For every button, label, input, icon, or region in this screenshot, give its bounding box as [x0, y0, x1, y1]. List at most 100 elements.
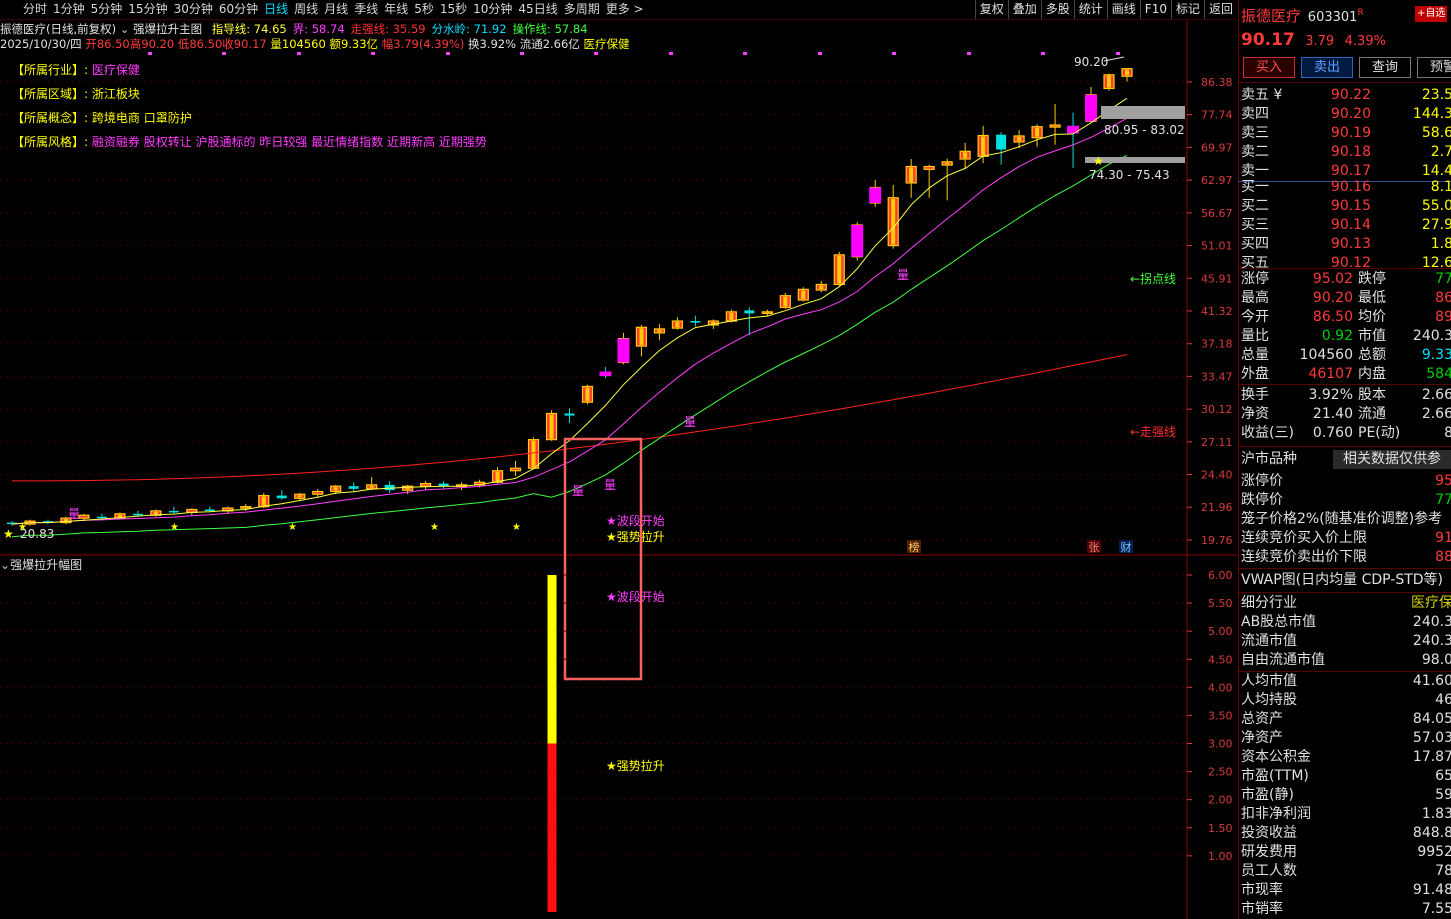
bid-row-label: 买二	[1241, 198, 1269, 214]
signal-dot	[818, 52, 822, 55]
candle[interactable]	[581, 384, 594, 405]
candle[interactable]	[509, 460, 522, 476]
stat-value: 77	[1435, 271, 1451, 287]
vwap-title[interactable]: VWAP图(日内均量 CDP-STD等)	[1241, 571, 1451, 590]
chevron-down-icon[interactable]: ⌄	[0, 558, 10, 572]
price-axis-label: 37.18	[1201, 338, 1233, 351]
fund-value: 41.60	[1412, 673, 1451, 689]
candle[interactable]	[1103, 73, 1115, 91]
candle[interactable]	[168, 506, 179, 514]
stat-value: 89	[1435, 309, 1451, 325]
candle[interactable]	[1049, 103, 1061, 145]
vwap-label: VWAP图(日内均量 CDP-STD等)	[1241, 572, 1444, 588]
candle[interactable]	[366, 477, 378, 491]
bid-row-price[interactable]: 90.13	[1319, 235, 1371, 254]
candle[interactable]	[1121, 68, 1133, 82]
fund-row: 市盈(静) 59	[1241, 786, 1451, 805]
fund-label: 市现率	[1241, 882, 1283, 898]
fund-row: 自由流通市值 98.0	[1241, 651, 1451, 670]
candle[interactable]	[564, 408, 575, 424]
divider	[1239, 592, 1451, 593]
cai-tag[interactable]: 财	[1121, 540, 1132, 554]
candle[interactable]	[923, 164, 935, 198]
candle[interactable]	[150, 509, 162, 517]
star-icon: ★	[512, 522, 521, 533]
candle[interactable]	[545, 410, 558, 441]
stat-value: 0.760	[1312, 425, 1353, 441]
candle[interactable]	[42, 519, 53, 525]
candle[interactable]	[384, 480, 395, 493]
divider	[1239, 82, 1451, 83]
candle[interactable]	[653, 324, 666, 341]
ask-row-price[interactable]: 90.22	[1319, 86, 1371, 105]
alert-button[interactable]: 预警	[1417, 57, 1451, 78]
sub-axis-label: 4.50	[1208, 653, 1233, 666]
sub-axis-label: 5.50	[1208, 597, 1233, 610]
sub-axis-label: 2.50	[1208, 766, 1233, 779]
stock-code: 603301	[1307, 10, 1358, 25]
price-row: 90.17 3.79 4.39%	[1241, 31, 1451, 53]
candle[interactable]	[312, 488, 324, 497]
limit-value: 77	[1435, 492, 1451, 508]
tab-market[interactable]: 沪市品种	[1241, 450, 1297, 469]
fund-row: 净资产 57.03	[1241, 729, 1451, 748]
candle[interactable]	[996, 132, 1007, 165]
fund-label: 投资收益	[1241, 825, 1297, 841]
sell-button[interactable]: 卖出	[1301, 57, 1353, 78]
zhang-tag[interactable]: 张	[1089, 541, 1100, 554]
price-axis-label: 21.96	[1201, 501, 1233, 514]
ask-row-label: 卖五 ¥	[1241, 87, 1283, 103]
candle[interactable]	[420, 480, 432, 491]
candle[interactable]	[779, 292, 791, 309]
candle[interactable]	[941, 158, 953, 201]
buy-button[interactable]: 买入	[1243, 57, 1295, 78]
candle[interactable]	[744, 307, 755, 336]
candle[interactable]	[1031, 124, 1043, 147]
candle[interactable]	[276, 490, 287, 500]
stat-label: 股本	[1358, 387, 1386, 403]
stat-row: 换手 3.92% 股本 2.66	[1241, 386, 1451, 405]
ask-row-volume: 23.5	[1421, 87, 1451, 103]
star-icon: ★	[1093, 154, 1104, 168]
candlestick-chart[interactable]: 86.38 77.74 69.97 62.97 56.67 51.01 45.91 41.32…	[0, 0, 1237, 919]
candle[interactable]	[977, 125, 989, 164]
candle[interactable]	[887, 184, 899, 249]
fund-label: AB股总市值	[1241, 614, 1317, 630]
candle[interactable]	[797, 287, 809, 302]
stat-row: 外盘 46107 内盘 584	[1241, 365, 1451, 384]
signal-dot	[520, 52, 524, 55]
ask-row-price[interactable]: 90.19	[1319, 124, 1371, 143]
candle[interactable]	[905, 159, 917, 198]
high-price-marker: 90.20	[1074, 55, 1108, 69]
ask-row-price[interactable]: 90.18	[1319, 143, 1371, 162]
candle[interactable]	[438, 480, 449, 489]
sub-axis-label: 2.00	[1208, 794, 1233, 807]
candle[interactable]	[815, 281, 827, 293]
fund-value: 848.8	[1412, 825, 1451, 841]
candle[interactable]	[635, 324, 648, 357]
fund-label: 员工人数	[1241, 863, 1297, 879]
candle[interactable]	[348, 482, 359, 492]
signal-dot	[967, 52, 971, 55]
query-button[interactable]: 查询	[1359, 57, 1411, 78]
bid-row: 买二 90.15 55.0	[1241, 197, 1451, 216]
tab-related-data[interactable]: 相关数据仅供参	[1333, 450, 1451, 469]
stat-row: 收益(三) 0.760 PE(动)8	[1241, 424, 1451, 443]
candle[interactable]	[1068, 112, 1079, 168]
add-favorite-button[interactable]: +自选	[1415, 6, 1448, 22]
candle[interactable]	[690, 315, 701, 327]
stat-label: 跌停	[1358, 271, 1386, 287]
bang-tag[interactable]: 榜	[909, 540, 920, 554]
bid-row-price[interactable]: 90.15	[1319, 197, 1371, 216]
ask-row-price[interactable]: 90.20	[1319, 105, 1371, 124]
candle[interactable]	[671, 317, 684, 330]
r-tag: R	[1357, 8, 1364, 18]
candle[interactable]	[959, 142, 971, 170]
highlight-candle	[617, 338, 630, 363]
signal-dot	[446, 52, 450, 55]
bid-row-price[interactable]: 90.14	[1319, 216, 1371, 235]
candle[interactable]	[833, 251, 845, 286]
divider	[1239, 268, 1451, 269]
candle[interactable]	[186, 508, 198, 516]
bid-row-price[interactable]: 90.16	[1319, 178, 1371, 197]
